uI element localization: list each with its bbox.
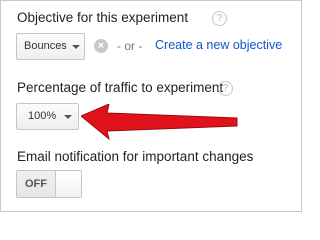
annotation-arrow: [81, 104, 238, 140]
traffic-label: Percentage of traffic to experiment: [17, 80, 224, 95]
traffic-dropdown-value: 100%: [28, 110, 57, 122]
objective-help-icon[interactable]: ?: [212, 11, 227, 26]
objective-dropdown[interactable]: Bounces: [16, 33, 85, 60]
email-notification-label: Email notification for important changes: [17, 149, 254, 164]
email-notification-toggle[interactable]: OFF: [16, 170, 82, 198]
experiment-settings-panel: Objective for this experiment ? Bounces …: [0, 0, 302, 212]
objective-dropdown-value: Bounces: [24, 40, 67, 52]
traffic-help-icon[interactable]: ?: [218, 81, 233, 96]
create-new-objective-link[interactable]: Create a new objective: [155, 38, 282, 52]
chevron-down-icon: [64, 115, 72, 119]
toggle-off-label: OFF: [17, 171, 55, 197]
chevron-down-icon: [72, 45, 80, 49]
toggle-knob[interactable]: [55, 171, 81, 197]
clear-icon[interactable]: ×: [94, 39, 108, 53]
traffic-percentage-dropdown[interactable]: 100%: [16, 103, 79, 130]
objective-label: Objective for this experiment: [17, 10, 189, 25]
or-separator: - or -: [117, 39, 143, 53]
